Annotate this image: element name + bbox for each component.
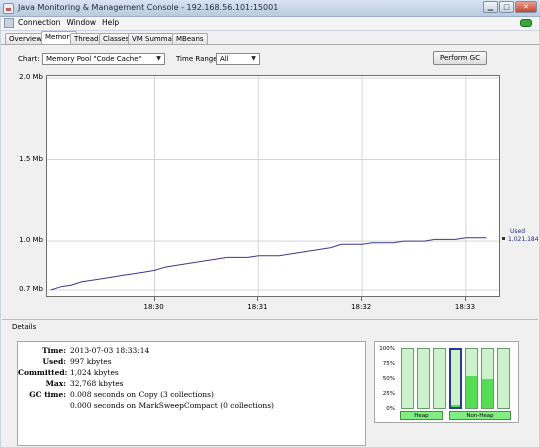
- details-title: Details: [12, 323, 37, 331]
- detail-key: Time:: [42, 346, 66, 355]
- y-tick-label: 0.7 Mb: [19, 285, 43, 293]
- memory-pool-bar[interactable]: [481, 348, 494, 409]
- x-tick: [153, 297, 155, 301]
- detail-key: Used:: [42, 357, 66, 366]
- chevron-down-icon: ▼: [251, 55, 256, 62]
- memory-pool-bar-fill: [466, 375, 477, 408]
- detail-row-gc-time: GC time: 0.008 seconds on Copy (3 collec…: [18, 390, 367, 401]
- pct-label: 100%: [379, 346, 395, 352]
- x-tick: [361, 297, 363, 301]
- detail-value: 32,768 kbytes: [70, 379, 124, 388]
- detail-row-gc-time-2: 0.000 seconds on MarkSweepCompact (0 col…: [18, 401, 367, 412]
- memory-pool-bar[interactable]: [433, 348, 446, 409]
- memory-panel: Chart: Memory Pool "Code Cache" ▼ Time R…: [1, 44, 539, 447]
- detail-key: Max:: [45, 379, 66, 388]
- time-range-select[interactable]: All ▼: [216, 53, 260, 65]
- pct-label: 50%: [382, 376, 395, 382]
- minimize-button[interactable]: ▁: [483, 1, 498, 13]
- memory-pool-bar[interactable]: [417, 348, 430, 409]
- tab-mbeans[interactable]: MBeans: [172, 33, 208, 44]
- details-divider: [2, 319, 538, 320]
- heap-button[interactable]: Heap: [400, 411, 443, 420]
- chevron-down-icon: ▼: [156, 55, 161, 62]
- non-heap-button[interactable]: Non-Heap: [449, 411, 511, 420]
- pct-label: 25%: [382, 391, 395, 397]
- chart-label: Chart:: [18, 55, 40, 63]
- memory-chart: [46, 75, 500, 297]
- detail-value: 997 kbytes: [70, 357, 112, 366]
- details-box: Time: 2013-07-03 18:33:14 Used: 997 kbyt…: [17, 341, 366, 446]
- y-tick-label: 1.5 Mb: [19, 154, 43, 163]
- detail-row-committed: Committed: 1,024 kbytes: [18, 368, 367, 379]
- pct-label: 75%: [382, 361, 395, 367]
- memory-pool-bars: 100% 75% 50% 25% 0% Heap Non-Heap: [374, 341, 519, 423]
- memory-pool-bar[interactable]: [449, 348, 462, 409]
- memory-pool-bar-fill: [482, 378, 493, 408]
- memory-pool-bar[interactable]: [465, 348, 478, 409]
- y-tick-label: 1.0 Mb: [19, 236, 43, 245]
- console-icon: [4, 18, 14, 28]
- x-tick-label: 18:32: [351, 303, 372, 311]
- menu-connection[interactable]: Connection: [15, 17, 63, 30]
- legend-series-name: Used: [510, 227, 526, 235]
- chart-select[interactable]: Memory Pool "Code Cache" ▼: [42, 53, 165, 65]
- java-app-icon: [3, 3, 14, 14]
- detail-value: 1,024 kbytes: [70, 368, 119, 377]
- memory-pool-bar[interactable]: [497, 348, 510, 409]
- legend-series-value: 1,021,184: [508, 235, 539, 243]
- memory-chart-plot: [47, 76, 499, 296]
- x-tick: [464, 297, 466, 301]
- title-bar: Java Monitoring & Management Console - 1…: [0, 0, 540, 17]
- window-title: Java Monitoring & Management Console - 1…: [18, 3, 279, 12]
- x-tick-label: 18:31: [247, 303, 268, 311]
- detail-row-used: Used: 997 kbytes: [18, 357, 367, 368]
- x-tick: [257, 297, 259, 301]
- used-series-line: [50, 237, 487, 291]
- legend-marker-icon: [502, 236, 505, 240]
- y-tick-label: 2.0 Mb: [19, 73, 43, 81]
- menu-bar: Connection Window Help: [1, 17, 539, 30]
- menu-window[interactable]: Window: [63, 17, 99, 30]
- detail-value: 2013-07-03 18:33:14: [70, 346, 150, 355]
- detail-value: 0.008 seconds on Copy (3 collections): [70, 390, 214, 399]
- detail-row-max: Max: 32,768 kbytes: [18, 379, 367, 390]
- time-range-label: Time Range:: [176, 55, 220, 63]
- x-tick-label: 18:33: [454, 303, 476, 311]
- detail-value: 0.000 seconds on MarkSweepCompact (0 col…: [70, 401, 274, 410]
- tab-overview[interactable]: Overview: [5, 33, 46, 44]
- memory-pool-bar[interactable]: [401, 348, 414, 409]
- time-range-value: All: [220, 55, 229, 63]
- detail-key: GC time:: [29, 390, 66, 399]
- x-tick-label: 18:30: [143, 303, 164, 311]
- maximize-button[interactable]: □: [499, 1, 514, 13]
- menu-help[interactable]: Help: [99, 17, 122, 30]
- detail-row-time: Time: 2013-07-03 18:33:14: [18, 346, 367, 357]
- tab-row: Overview Memory Threads Classes VM Summa…: [1, 31, 539, 44]
- pct-label: 0%: [386, 406, 395, 412]
- close-button[interactable]: ✕: [515, 1, 537, 13]
- chart-select-value: Memory Pool "Code Cache": [46, 55, 142, 63]
- memory-pool-bar-fill: [451, 405, 460, 407]
- connection-status-icon: [520, 19, 532, 27]
- detail-key: Committed:: [18, 368, 68, 377]
- perform-gc-button[interactable]: Perform GC: [433, 51, 487, 65]
